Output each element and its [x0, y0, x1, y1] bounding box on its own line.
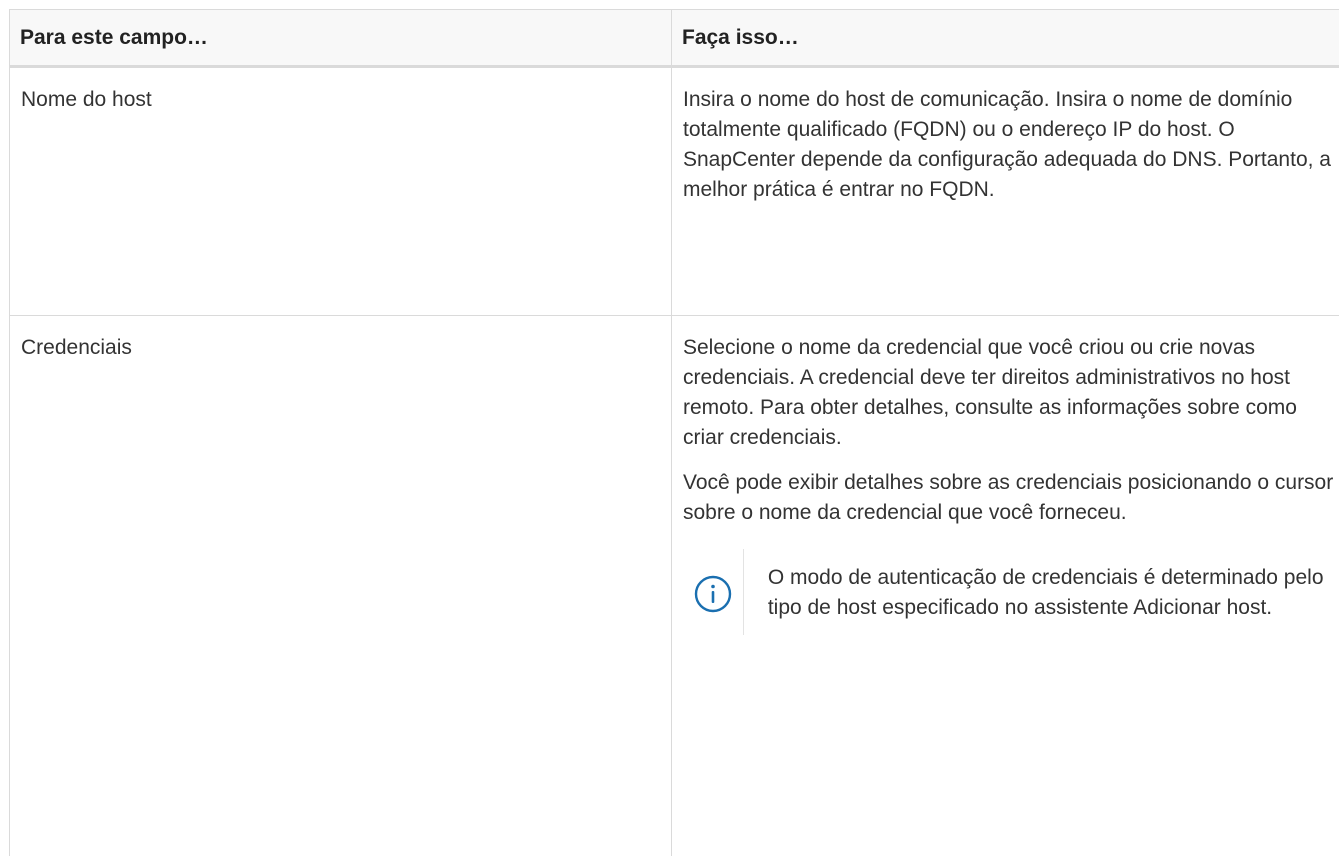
info-note: O modo de autenticação de credenciais é …	[683, 549, 1337, 635]
action-paragraph: Selecione o nome da credencial que você …	[683, 333, 1337, 453]
table-header-row: Para este campo… Faça isso…	[10, 10, 1339, 67]
header-action: Faça isso…	[672, 10, 1339, 67]
info-icon	[693, 574, 733, 614]
note-text: O modo de autenticação de credenciais é …	[744, 549, 1337, 635]
field-name-cell: Nome do host	[10, 67, 672, 316]
table-body: Nome do host Insira o nome do host de co…	[10, 67, 1339, 856]
action-paragraph: Insira o nome do host de comunicação. In…	[683, 85, 1337, 205]
action-cell: Insira o nome do host de comunicação. In…	[672, 67, 1339, 316]
header-field: Para este campo…	[10, 10, 672, 67]
table-row-credentials: Credenciais Selecione o nome da credenci…	[10, 316, 1339, 856]
field-instructions-table: Para este campo… Faça isso… Nome do host…	[9, 9, 1339, 856]
table-header: Para este campo… Faça isso…	[10, 10, 1339, 67]
field-name-cell: Credenciais	[10, 316, 672, 856]
action-cell: Selecione o nome da credencial que você …	[672, 316, 1339, 856]
note-icon-container	[683, 549, 744, 635]
action-paragraph: Você pode exibir detalhes sobre as crede…	[683, 468, 1337, 528]
table-row-host-name: Nome do host Insira o nome do host de co…	[10, 67, 1339, 316]
